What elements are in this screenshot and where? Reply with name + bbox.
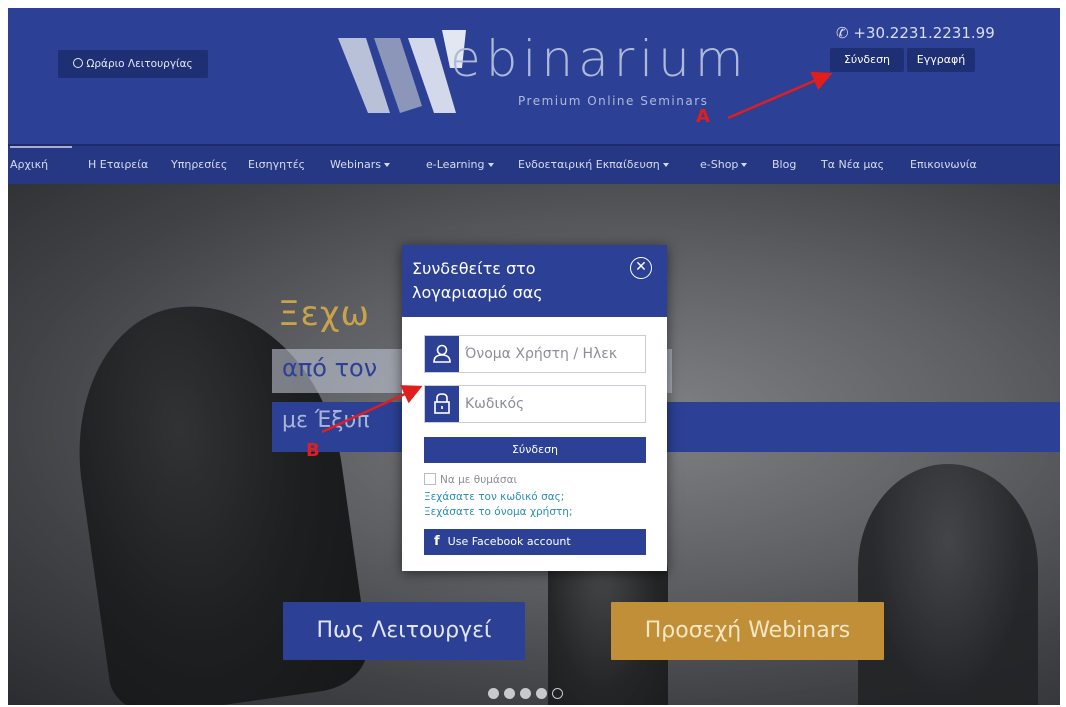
slider-dot[interactable] [520,688,531,699]
logo-tagline: Premium Online Seminars [518,94,709,108]
slider-dot[interactable] [488,688,499,699]
forgot-password-link[interactable]: Ξεχάσατε τον κωδικό σας; [424,491,564,503]
nav-item-eshop-label: e-Shop [700,158,739,171]
logo-w-mark [338,30,466,113]
nav-item-company[interactable]: Η Εταιρεία [88,158,148,171]
nav-item-corporate-training-label: Ενδοεταιρική Εκπαίδευση [518,158,660,171]
user-icon [425,336,459,372]
nav-item-elearning[interactable]: e-Learning [426,158,494,171]
username-field[interactable] [424,335,646,373]
facebook-login-button[interactable]: f Use Facebook account [424,529,646,555]
close-icon[interactable]: ✕ [630,257,652,279]
hero-title: Ξεχω [278,294,370,334]
facebook-login-label: Use Facebook account [447,535,571,548]
username-input[interactable] [465,336,641,372]
slider-dot[interactable] [504,688,515,699]
nav-item-blog[interactable]: Blog [772,158,796,171]
logo-wordmark: ebinarium [450,30,749,88]
main-navigation: Αρχική Η Εταιρεία Υπηρεσίες Εισηγητές We… [8,144,1060,184]
caret-down-icon [384,163,391,167]
nav-item-corporate-training[interactable]: Ενδοεταιρική Εκπαίδευση [518,158,669,171]
opening-hours-button[interactable]: Ωράριο Λειτουργίας [58,50,208,78]
password-input[interactable] [465,386,641,422]
slider-dot-active[interactable] [552,688,563,699]
site-header: Ωράριο Λειτουργίας ebinarium Premium Onl… [8,8,1060,144]
nav-item-home[interactable]: Αρχική [10,158,48,171]
nav-active-indicator [10,146,72,148]
annotation-label-b: B [306,440,320,461]
password-field[interactable] [424,385,646,423]
slider-dots [488,684,568,699]
nav-item-news[interactable]: Τα Νέα μας [821,158,884,171]
caret-down-icon [487,163,494,167]
slider-dot[interactable] [536,688,547,699]
nav-item-contact[interactable]: Επικοινωνία [910,158,977,171]
browser-viewport: Ωράριο Λειτουργίας ebinarium Premium Onl… [8,8,1060,705]
login-modal-header: Συνδεθείτε στο λογαριασμό σας ✕ [402,245,667,317]
upcoming-webinars-button[interactable]: Προσεχή Webinars [611,602,884,660]
facebook-icon: f [434,534,440,549]
caret-down-icon [741,163,748,167]
login-modal: Συνδεθείτε στο λογαριασμό σας ✕ Όνομα Χρ… [402,245,667,571]
remember-me[interactable]: Να με θυμάσαι [424,473,517,486]
lock-icon [425,386,459,422]
phone-text: +30.2231.2231.99 [853,24,995,42]
nav-item-webinars-label: Webinars [330,158,382,171]
how-it-works-button[interactable]: Πως Λειτουργεί [283,602,525,660]
hero-subtitle-line3: με Έξυπ [282,408,370,433]
header-register-button[interactable]: Εγγραφή [907,48,975,72]
header-login-button[interactable]: Σύνδεση [830,48,904,72]
clock-icon [73,58,84,68]
nav-item-elearning-label: e-Learning [426,158,485,171]
site-logo[interactable]: ebinarium Premium Online Seminars [338,22,758,122]
nav-item-eshop[interactable]: e-Shop [700,158,748,171]
remember-me-label: Να με θυμάσαι [440,474,518,486]
nav-item-services[interactable]: Υπηρεσίες [171,158,227,171]
annotation-label-a: A [696,106,710,127]
login-modal-title: Συνδεθείτε στο λογαριασμό σας [412,259,543,302]
nav-item-webinars[interactable]: Webinars [330,158,391,171]
opening-hours-label: Ωράριο Λειτουργίας [86,58,193,70]
phone-icon: ✆ [836,24,849,42]
forgot-username-link[interactable]: Ξεχάσατε το όνομα χρήστη; [424,506,573,518]
caret-down-icon [662,163,669,167]
nav-item-speakers[interactable]: Εισηγητές [248,158,305,171]
phone-number[interactable]: ✆ +30.2231.2231.99 [836,24,995,42]
hero-subtitle-line2: από τον [282,354,378,382]
remember-me-checkbox[interactable] [424,473,436,485]
login-submit-button[interactable]: Σύνδεση [424,437,646,463]
